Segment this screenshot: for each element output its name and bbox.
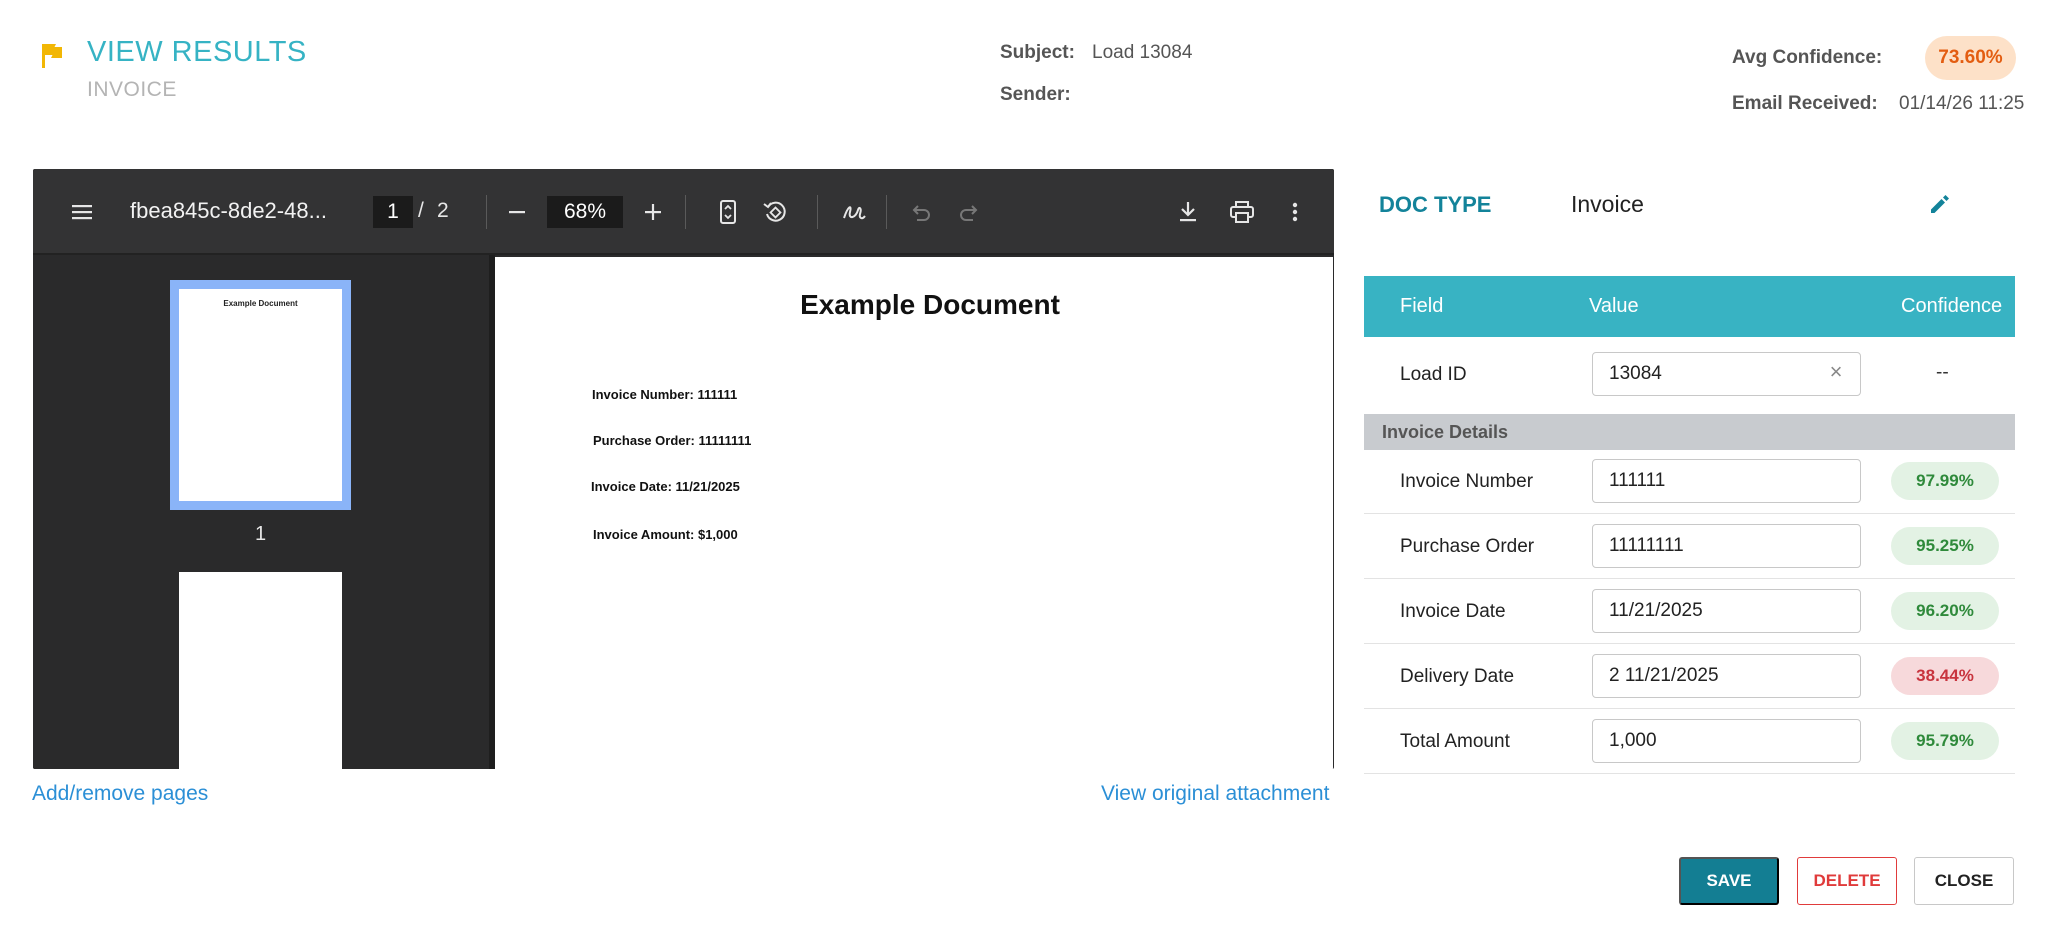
save-button[interactable]: SAVE (1679, 857, 1779, 905)
toolbar-divider (685, 195, 686, 229)
annotate-icon[interactable] (840, 198, 868, 226)
pdf-toolbar: fbea845c-8de2-48... / 2 (33, 169, 1334, 255)
section-header-invoice-details: Invoice Details (1364, 414, 2015, 450)
field-label-purchase-order: Purchase Order (1400, 536, 1535, 557)
print-icon[interactable] (1228, 198, 1256, 226)
column-header-field: Field (1400, 295, 1444, 317)
view-original-attachment-link[interactable]: View original attachment (1101, 782, 1329, 806)
page-total: 2 (437, 199, 449, 222)
row-divider (1364, 578, 2015, 579)
row-divider (1364, 513, 2015, 514)
undo-icon[interactable] (907, 198, 935, 226)
purchase-order-input[interactable] (1592, 524, 1861, 568)
avg-confidence-badge: 73.60% (1925, 36, 2016, 80)
confidence-badge: 97.99% (1891, 462, 1999, 500)
document-line: Invoice Amount: $1,000 (593, 527, 738, 542)
load-id-confidence: -- (1936, 362, 1949, 383)
confidence-badge: 96.20% (1891, 592, 1999, 630)
toolbar-divider (886, 195, 887, 229)
more-vert-icon[interactable] (1281, 198, 1309, 226)
avg-confidence-label: Avg Confidence: (1732, 47, 1883, 68)
email-received-label: Email Received: (1732, 93, 1878, 114)
confidence-badge: 95.79% (1891, 722, 1999, 760)
clear-icon[interactable]: × (1824, 360, 1848, 384)
invoice-date-input[interactable] (1592, 589, 1861, 633)
pdf-filename: fbea845c-8de2-48... (130, 198, 327, 223)
column-header-confidence: Confidence (1901, 295, 2003, 317)
confidence-badge: 95.25% (1891, 527, 1999, 565)
field-label-load-id: Load ID (1400, 364, 1467, 385)
page-subtitle: INVOICE (87, 78, 177, 101)
row-divider (1364, 773, 2015, 774)
subject-value: Load 13084 (1092, 42, 1193, 63)
column-header-value: Value (1589, 295, 1639, 317)
thumbnail-sidebar: Example Document 1 (33, 255, 489, 769)
invoice-number-input[interactable] (1592, 459, 1861, 503)
field-label-delivery-date: Delivery Date (1400, 666, 1515, 687)
sender-label: Sender: (1000, 84, 1071, 105)
field-label-invoice-date: Invoice Date (1400, 601, 1506, 622)
total-amount-input[interactable] (1592, 719, 1861, 763)
row-divider (1364, 708, 2015, 709)
page-title: VIEW RESULTS (87, 36, 307, 68)
toolbar-divider (817, 195, 818, 229)
subject-label: Subject: (1000, 42, 1075, 63)
field-label-invoice-number: Invoice Number (1400, 471, 1534, 492)
doc-type-value: Invoice (1571, 191, 1644, 217)
email-received-value: 01/14/26 11:25 (1899, 93, 2025, 114)
document-title: Example Document (800, 289, 1060, 320)
close-button[interactable]: CLOSE (1914, 857, 2014, 905)
section-label: Invoice Details (1382, 422, 1509, 442)
page-thumbnail-1[interactable]: Example Document (170, 280, 351, 510)
page-thumbnail-2[interactable] (179, 572, 342, 769)
document-line: Purchase Order: 11111111 (593, 433, 752, 448)
add-remove-pages-link[interactable]: Add/remove pages (32, 782, 208, 806)
confidence-badge: 38.44% (1891, 657, 1999, 695)
rotate-icon[interactable] (761, 198, 789, 226)
doc-type-label: DOC TYPE (1379, 192, 1492, 217)
page-number-input[interactable] (373, 196, 413, 228)
download-icon[interactable] (1174, 198, 1202, 226)
flag-icon (42, 44, 62, 68)
zoom-in-icon[interactable] (639, 198, 667, 226)
edit-icon[interactable] (1927, 191, 1953, 217)
toolbar-divider (486, 195, 487, 229)
field-label-total-amount: Total Amount (1400, 731, 1510, 752)
delete-button[interactable]: DELETE (1797, 857, 1897, 905)
document-line: Invoice Date: 11/21/2025 (591, 479, 740, 494)
zoom-level-input[interactable] (547, 196, 623, 228)
thumbnail-page-number: 1 (254, 523, 267, 545)
document-line: Invoice Number: 111111 (592, 387, 738, 402)
zoom-out-icon[interactable] (503, 198, 531, 226)
page-separator: / (418, 199, 424, 222)
load-id-input[interactable] (1592, 352, 1861, 396)
fit-page-icon[interactable] (714, 198, 742, 226)
thumbnail-page: Example Document (179, 289, 342, 501)
document-page: Example Document Invoice Number: 111111 … (495, 257, 1333, 769)
redo-icon[interactable] (955, 198, 983, 226)
pdf-viewer: fbea845c-8de2-48... / 2 (33, 169, 1334, 769)
delivery-date-input[interactable] (1592, 654, 1861, 698)
row-divider (1364, 643, 2015, 644)
thumbnail-title: Example Document (223, 299, 298, 308)
fields-table-header: Field Value Confidence (1364, 276, 2015, 337)
menu-icon[interactable] (68, 198, 96, 226)
